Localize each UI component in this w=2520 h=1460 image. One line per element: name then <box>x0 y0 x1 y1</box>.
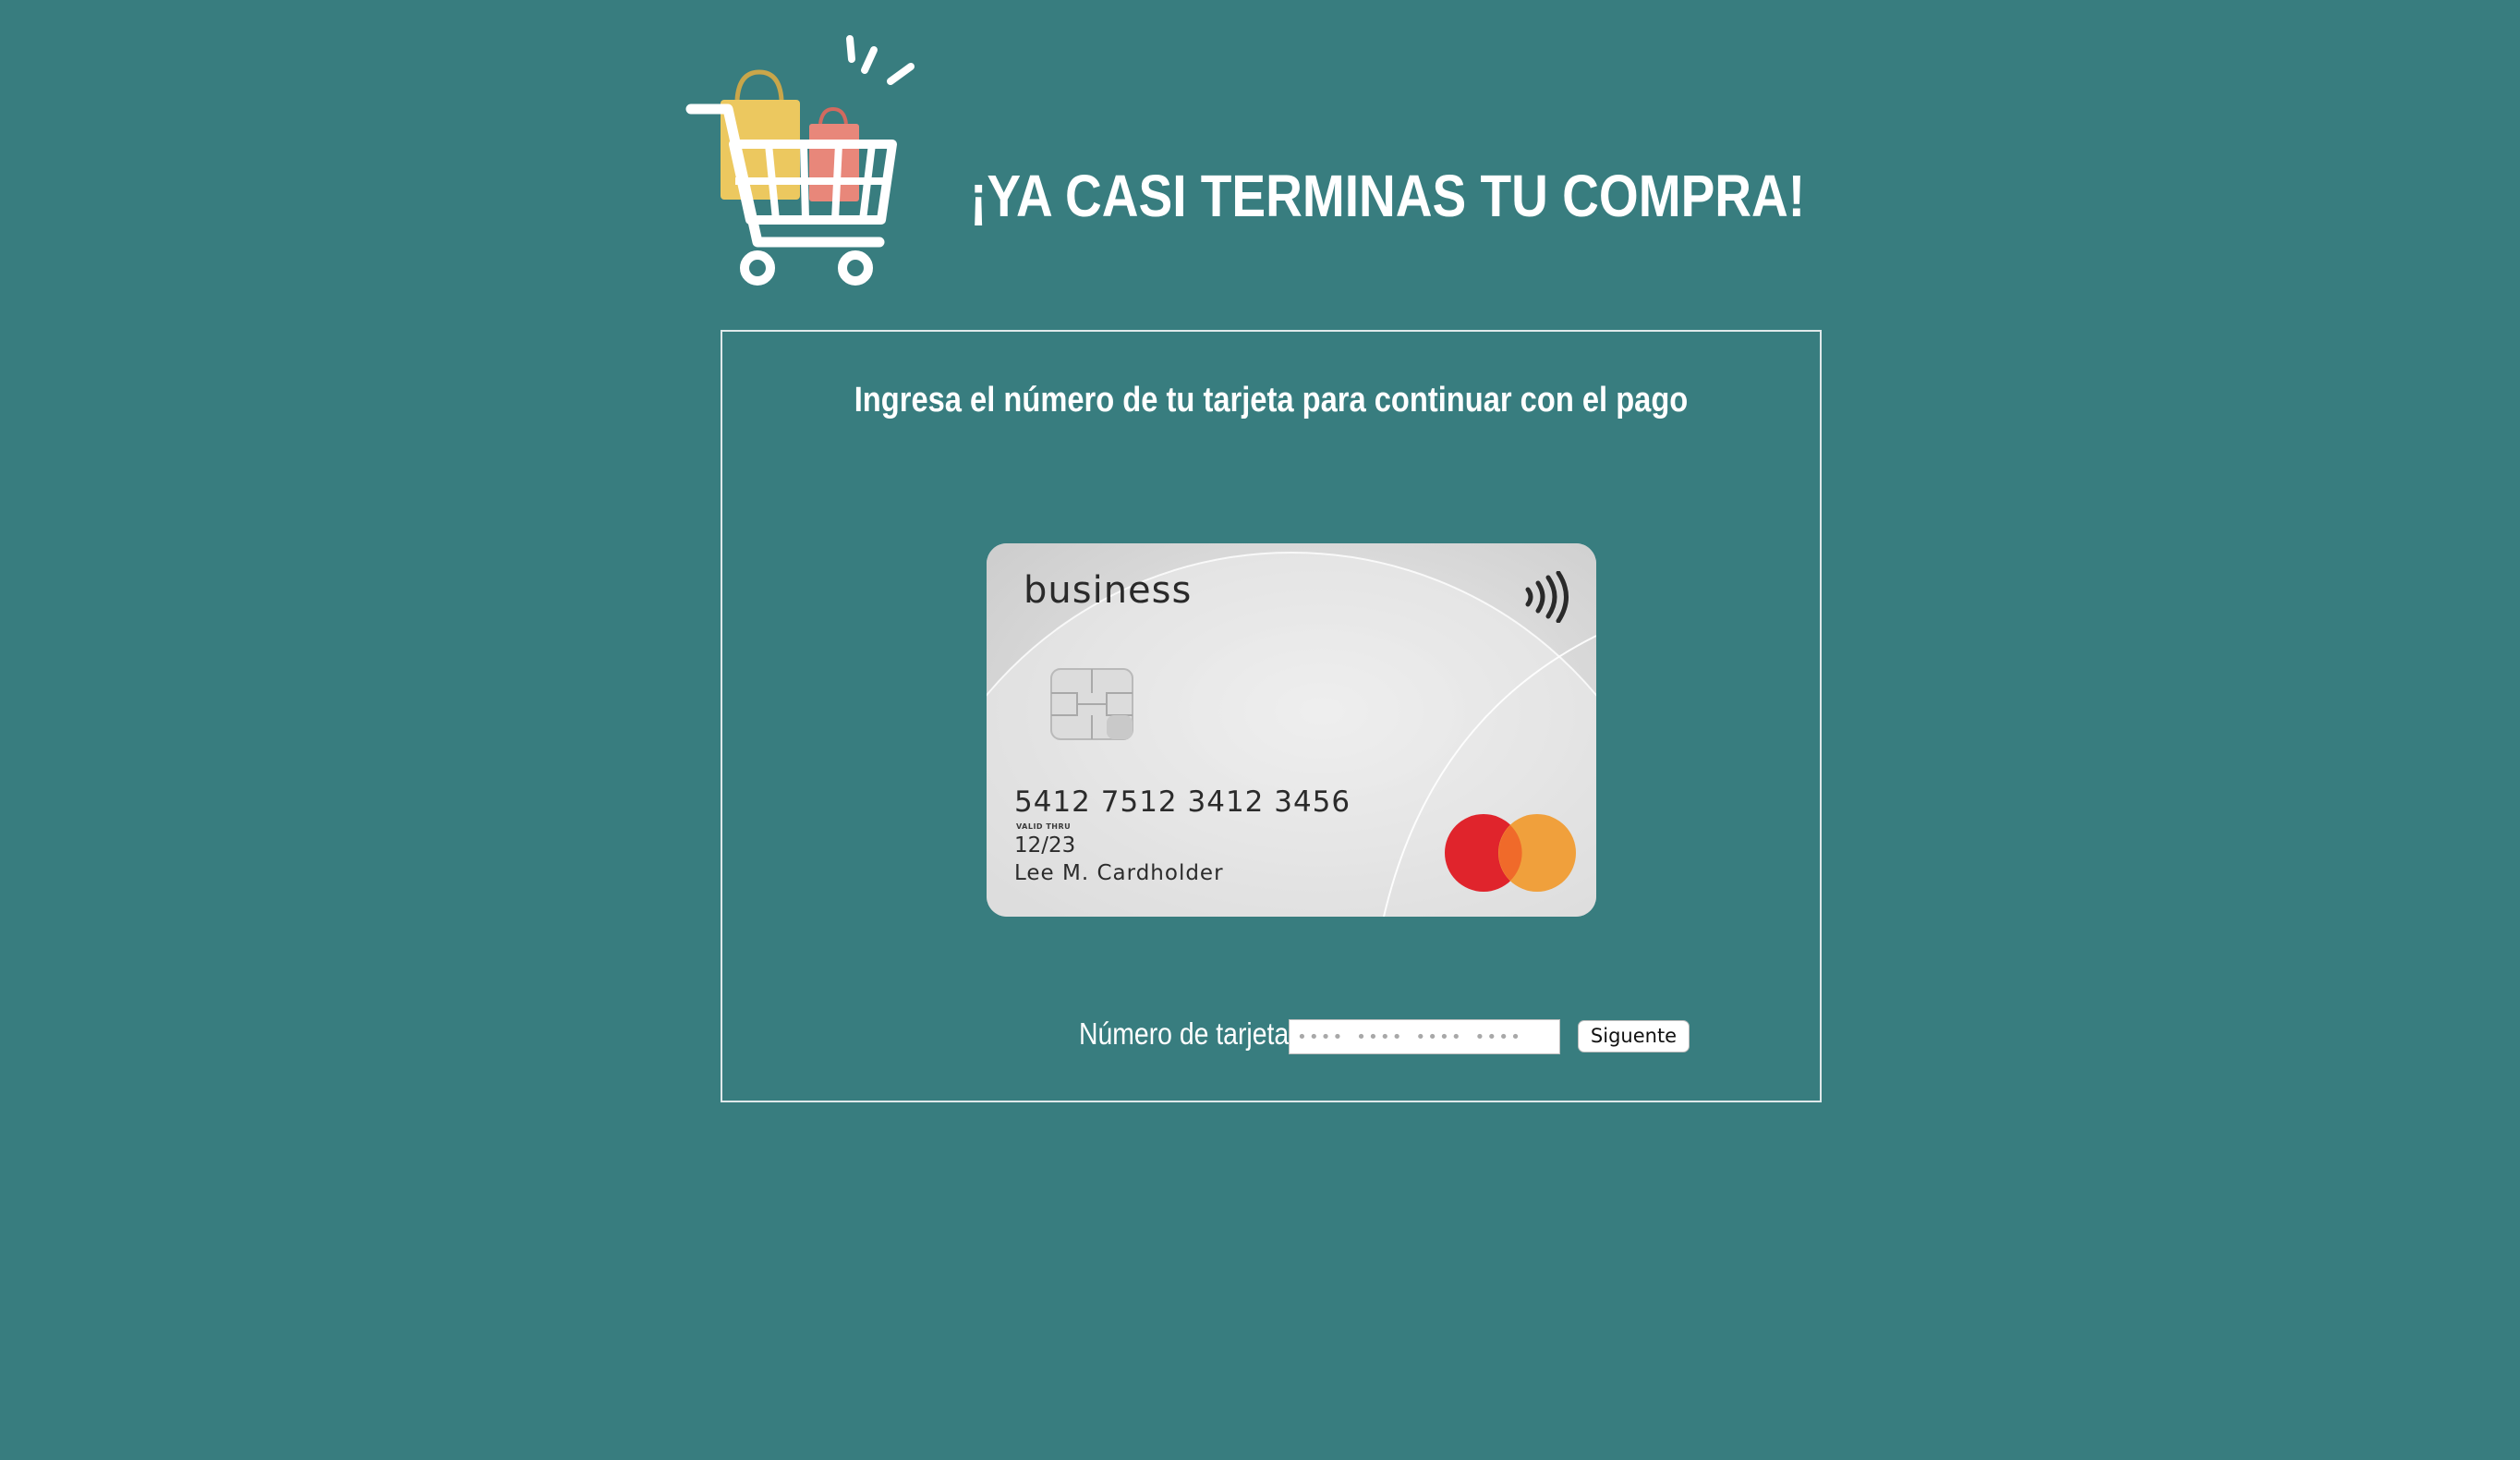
card-number-text: 5412 7512 3412 3456 <box>1014 785 1351 819</box>
card-holder-name: Lee M. Cardholder <box>1014 861 1224 885</box>
payment-instruction: Ingresa el número de tu tarjeta para con… <box>854 381 1689 420</box>
page-title: ¡YA CASI TERMINAS TU COMPRA! <box>970 163 1806 229</box>
card-number-label: Número de tarjeta: <box>1079 1016 1297 1051</box>
card-number-input[interactable] <box>1289 1019 1560 1054</box>
payment-panel: Ingresa el número de tu tarjeta para con… <box>721 330 1822 1102</box>
card-expiry-text: 12/23 <box>1014 833 1076 858</box>
credit-card-image: business 5412 7512 3412 3456 VALID THRU … <box>987 543 1596 917</box>
card-brand-label: business <box>1024 569 1193 612</box>
card-valid-thru-label: VALID THRU <box>1016 822 1072 831</box>
contactless-icon <box>1525 571 1569 623</box>
chip-icon <box>1050 668 1133 740</box>
next-button[interactable]: Siguente <box>1578 1020 1690 1052</box>
shopping-cart-with-bags-icon <box>685 35 915 286</box>
mastercard-logo <box>1445 814 1576 892</box>
